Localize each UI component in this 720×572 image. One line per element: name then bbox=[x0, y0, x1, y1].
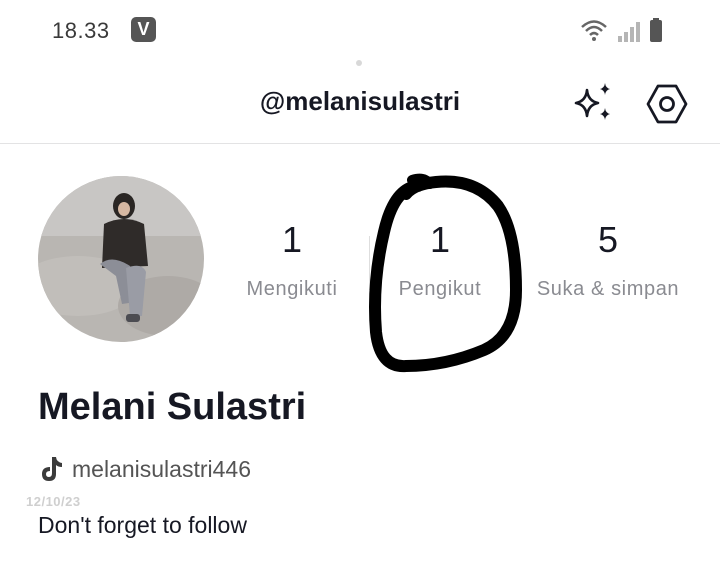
stat-following[interactable]: 1 Mengikuti bbox=[232, 218, 352, 301]
following-count: 1 bbox=[281, 219, 303, 260]
vpn-badge-icon: V bbox=[131, 17, 156, 42]
likes-count: 5 bbox=[597, 219, 619, 260]
signal-icon bbox=[618, 22, 640, 42]
avatar[interactable] bbox=[38, 176, 204, 342]
date-watermark: 12/10/23 bbox=[26, 494, 81, 509]
page-indicator-dot bbox=[356, 60, 362, 66]
followers-label: Pengikut bbox=[398, 278, 482, 300]
followers-count: 1 bbox=[429, 219, 451, 260]
avatar-photo bbox=[38, 176, 204, 342]
status-icons bbox=[581, 18, 662, 42]
wifi-icon bbox=[581, 20, 607, 41]
sparkle-icon[interactable] bbox=[570, 82, 616, 122]
status-time: 18.33 bbox=[52, 18, 110, 43]
tiktok-icon bbox=[42, 457, 62, 481]
following-label: Mengikuti bbox=[246, 278, 338, 300]
stat-divider bbox=[369, 236, 370, 290]
profile-header: @melanisulastri bbox=[0, 60, 720, 144]
status-bar: 18.33 V bbox=[0, 0, 720, 60]
display-name: Melani Sulastri bbox=[38, 386, 307, 428]
profile-bio: Don't forget to follow bbox=[38, 512, 247, 538]
likes-label: Suka & simpan bbox=[536, 278, 680, 300]
username-handle: melanisulastri446 bbox=[72, 455, 251, 482]
username-row[interactable]: melanisulastri446 bbox=[38, 452, 251, 486]
stat-followers[interactable]: 1 Pengikut bbox=[380, 218, 500, 301]
stat-likes[interactable]: 5 Suka & simpan bbox=[528, 218, 688, 301]
battery-icon bbox=[650, 18, 662, 42]
settings-icon[interactable] bbox=[645, 82, 689, 126]
